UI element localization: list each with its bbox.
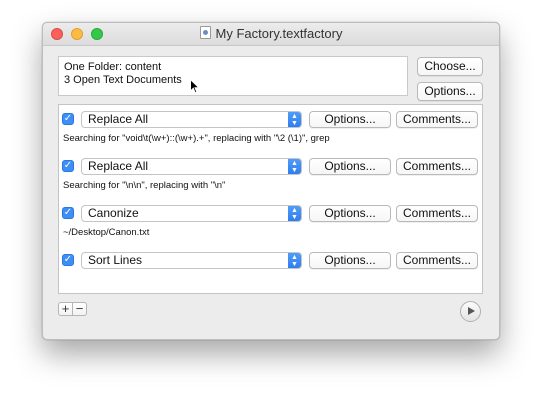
checkmark-icon: ✓: [63, 113, 73, 124]
action-name: Replace All: [88, 112, 149, 126]
action-row: ✓ Sort Lines ▲ ▼ Options... Comments...: [59, 250, 482, 297]
action-description: ~/Desktop/Canon.txt: [63, 227, 150, 238]
action-name: Canonize: [88, 206, 139, 220]
action-enabled-checkbox[interactable]: ✓: [62, 207, 74, 219]
updown-chevron-icon: ▲ ▼: [288, 206, 301, 221]
actions-list: ✓ Replace All ▲ ▼ Options... Comments... …: [58, 104, 483, 294]
action-row: ✓ Canonize ▲ ▼ Options... Comments... ~/D…: [59, 203, 482, 250]
action-options-button[interactable]: Options...: [309, 252, 391, 269]
run-factory-button[interactable]: [460, 301, 481, 322]
checkmark-icon: ✓: [63, 160, 73, 171]
action-enabled-checkbox[interactable]: ✓: [62, 254, 74, 266]
action-row: ✓ Replace All ▲ ▼ Options... Comments... …: [59, 109, 482, 156]
choose-button[interactable]: Choose...: [417, 57, 483, 76]
action-options-button[interactable]: Options...: [309, 111, 391, 128]
window-title-container: My Factory.textfactory: [43, 23, 499, 45]
sources-box: One Folder: content 3 Open Text Document…: [58, 56, 408, 96]
source-line-2: 3 Open Text Documents: [64, 74, 182, 86]
checkmark-icon: ✓: [63, 207, 73, 218]
action-name: Sort Lines: [88, 253, 143, 267]
action-options-button[interactable]: Options...: [309, 158, 391, 175]
document-icon: [199, 26, 211, 39]
action-comments-button[interactable]: Comments...: [396, 158, 478, 175]
mouse-cursor-icon: [190, 79, 200, 94]
action-select[interactable]: Canonize ▲ ▼: [81, 205, 302, 222]
action-select[interactable]: Replace All ▲ ▼: [81, 158, 302, 175]
action-select[interactable]: Replace All ▲ ▼: [81, 111, 302, 128]
main-window: My Factory.textfactory One Folder: conte…: [42, 22, 500, 340]
options-button[interactable]: Options...: [417, 82, 483, 101]
action-enabled-checkbox[interactable]: ✓: [62, 113, 74, 125]
action-description: Searching for "void\t(\w+)::(\w+).+", re…: [63, 133, 330, 144]
updown-chevron-icon: ▲ ▼: [288, 253, 301, 268]
action-select[interactable]: Sort Lines ▲ ▼: [81, 252, 302, 269]
window-title: My Factory.textfactory: [215, 26, 343, 41]
updown-chevron-icon: ▲ ▼: [288, 112, 301, 127]
action-options-button[interactable]: Options...: [309, 205, 391, 222]
remove-action-button[interactable]: −: [72, 302, 87, 316]
action-comments-button[interactable]: Comments...: [396, 111, 478, 128]
updown-chevron-icon: ▲ ▼: [288, 159, 301, 174]
action-comments-button[interactable]: Comments...: [396, 205, 478, 222]
action-comments-button[interactable]: Comments...: [396, 252, 478, 269]
action-enabled-checkbox[interactable]: ✓: [62, 160, 74, 172]
source-line-1: One Folder: content: [64, 61, 162, 73]
action-description: Searching for "\n\n", replacing with "\n…: [63, 180, 226, 191]
action-row: ✓ Replace All ▲ ▼ Options... Comments... …: [59, 156, 482, 203]
action-name: Replace All: [88, 159, 149, 173]
checkmark-icon: ✓: [63, 254, 73, 265]
add-action-button[interactable]: +: [58, 302, 73, 316]
title-bar[interactable]: My Factory.textfactory: [43, 23, 499, 46]
